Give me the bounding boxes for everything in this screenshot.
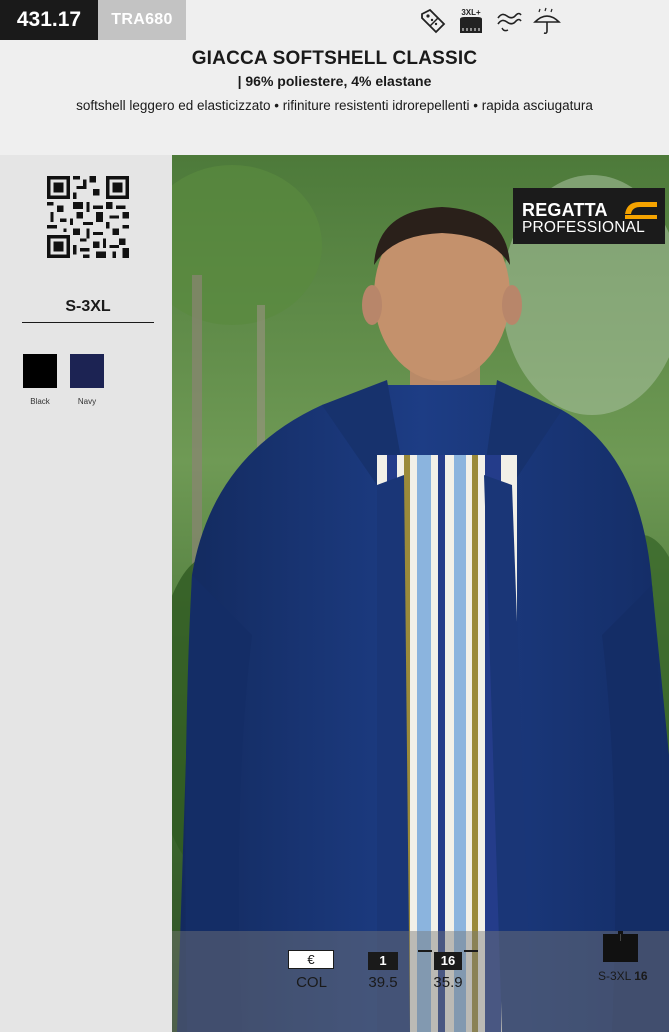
color-swatch-navy[interactable]: [70, 354, 104, 388]
qr-code[interactable]: [47, 176, 129, 258]
carton-info: S-3XL 16: [598, 969, 648, 983]
color-label-navy: Navy: [77, 397, 97, 406]
product-photo: [172, 155, 669, 1032]
brand-name: REGATTA: [522, 200, 608, 220]
tier-tick-right: [464, 950, 478, 952]
size-badge-text: 3XL+: [461, 8, 481, 17]
color-label-black: Black: [30, 397, 50, 406]
product-code: 431.17: [0, 0, 98, 40]
sidebar: S-3XL Black Navy: [0, 155, 172, 1032]
qty-tier-1: 1: [368, 952, 398, 970]
carton-sizes: S-3XL: [598, 969, 631, 983]
water-repellent-icon: [533, 7, 561, 35]
product-sku: TRA680: [98, 0, 186, 40]
product-features: softshell leggero ed elasticizzato • rif…: [76, 98, 593, 113]
price-tier-2: 35.9: [433, 974, 463, 991]
tier-tick-left: [418, 950, 432, 952]
discount-tag-icon: [421, 8, 446, 34]
price-tier-1: 39.5: [368, 974, 398, 991]
product-title: GIACCA SOFTSHELL CLASSIC: [191, 48, 478, 69]
qty-tier-2: 16: [434, 952, 462, 970]
col-label: COL: [296, 974, 327, 991]
brand-logo: REGATTA PROFESSIONAL: [513, 188, 665, 244]
color-swatch-black[interactable]: [23, 354, 57, 388]
price-bar: [172, 931, 669, 1032]
regatta-chevron-icon: [625, 202, 657, 219]
extended-size-3xl-icon: 3XL+: [460, 8, 482, 33]
divider: [22, 322, 154, 323]
currency-box: €: [288, 950, 334, 969]
breathable-icon: [497, 12, 522, 32]
feature-icons: 3XL+: [418, 6, 562, 36]
carton-qty: 16: [634, 969, 648, 983]
model-wearing-jacket-image: [172, 155, 669, 1032]
carton-box-icon: [603, 931, 638, 962]
product-material: | 96% poliestere, 4% elastane: [237, 73, 432, 89]
size-range: S-3XL: [65, 298, 111, 315]
brand-line: PROFESSIONAL: [522, 219, 645, 236]
